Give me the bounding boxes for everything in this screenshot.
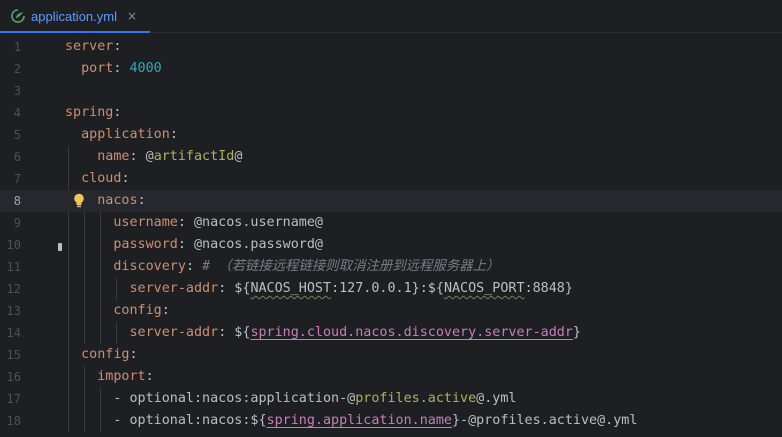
code-line: 3 xyxy=(0,80,782,102)
line-text: spring: xyxy=(65,105,122,120)
code-line: 5 application: xyxy=(0,124,782,146)
line-number: 8 xyxy=(13,194,21,208)
line-text: cloud: xyxy=(81,171,130,186)
line-number: 10 xyxy=(6,238,21,252)
code-line: 1 server: xyxy=(0,36,782,58)
code-line: 16 import: xyxy=(0,366,782,388)
line-number: 11 xyxy=(6,260,21,274)
tab-label: application.yml xyxy=(31,8,117,24)
code-line-current: 8 nacos: xyxy=(0,190,782,212)
line-number: 16 xyxy=(6,370,21,384)
line-number: 9 xyxy=(13,216,21,230)
active-tab-indicator xyxy=(0,31,150,33)
line-number: 17 xyxy=(6,392,21,406)
line-number: 3 xyxy=(13,84,21,98)
code-line: 6 name: @artifactId@ xyxy=(0,146,782,168)
editor-tab-bar: application.yml × xyxy=(0,0,782,33)
yaml-file-icon xyxy=(11,9,25,23)
line-text: username: @nacos.username@ xyxy=(113,215,323,230)
line-number: 2 xyxy=(13,62,21,76)
tab-application-yml[interactable]: application.yml × xyxy=(0,0,145,32)
code-line: 2 port: 4000 xyxy=(0,58,782,80)
line-text: server-addr: ${spring.cloud.nacos.discov… xyxy=(129,325,581,340)
line-number: 13 xyxy=(6,304,21,318)
code-line: 4 spring: xyxy=(0,102,782,124)
line-number: 14 xyxy=(6,326,21,340)
code-line: 18 - optional:nacos:${spring.application… xyxy=(0,410,782,432)
code-line: 17 - optional:nacos:application-@profile… xyxy=(0,388,782,410)
code-line: 12 server-addr: ${NACOS_HOST:127.0.0.1}:… xyxy=(0,278,782,300)
line-text: config: xyxy=(113,303,170,318)
code-line: 13 config: xyxy=(0,300,782,322)
yaml-key: server xyxy=(65,39,114,54)
line-text: password: @nacos.password@ xyxy=(113,237,323,252)
line-text: name: @artifactId@ xyxy=(97,149,243,164)
line-text: - optional:nacos:${spring.application.na… xyxy=(65,413,638,428)
line-text: server-addr: ${NACOS_HOST:127.0.0.1}:${N… xyxy=(129,281,573,296)
line-text: port: 4000 xyxy=(81,61,162,76)
line-number: 12 xyxy=(6,282,21,296)
line-number: 5 xyxy=(13,128,21,142)
line-text: import: xyxy=(97,369,154,384)
line-number: 4 xyxy=(13,106,21,120)
close-icon[interactable]: × xyxy=(127,9,137,23)
code-line: 9 username: @nacos.username@ xyxy=(0,212,782,234)
code-editor[interactable]: 1 server: 2 port: 4000 3 4 spring: 5 app… xyxy=(0,36,782,437)
line-number: 7 xyxy=(13,172,21,186)
line-number: 6 xyxy=(13,150,21,164)
code-line: 10 password: @nacos.password@ xyxy=(0,234,782,256)
code-line: 7 cloud: xyxy=(0,168,782,190)
line-text: application: xyxy=(81,127,178,142)
line-number: 1 xyxy=(13,40,21,54)
line-text: - optional:nacos:application-@profiles.a… xyxy=(65,391,517,406)
line-text: discovery: # （若链接远程链接则取消注册到远程服务器上） xyxy=(113,259,500,274)
line-number: 18 xyxy=(6,414,21,428)
line-text: config: xyxy=(81,347,138,362)
code-line: 15 config: xyxy=(0,344,782,366)
line-text: nacos: xyxy=(97,193,146,208)
line-text: server: xyxy=(65,39,122,54)
code-line: 11 discovery: # （若链接远程链接则取消注册到远程服务器上） xyxy=(0,256,782,278)
line-number: 15 xyxy=(6,348,21,362)
code-line: 14 server-addr: ${spring.cloud.nacos.dis… xyxy=(0,322,782,344)
